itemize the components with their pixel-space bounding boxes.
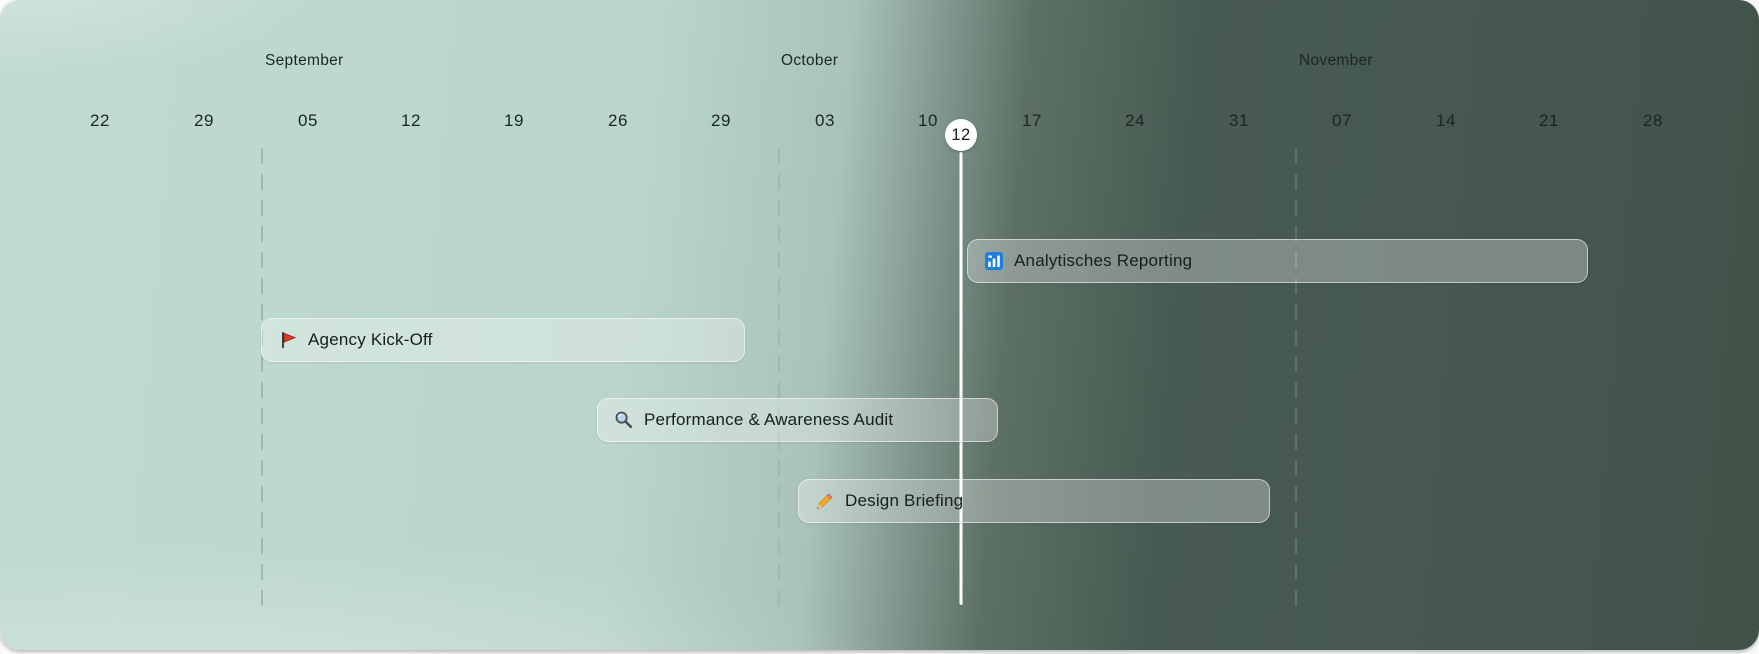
magnifier-icon — [614, 410, 634, 430]
task-label: Design Briefing — [845, 491, 963, 511]
task-bar[interactable]: Agency Kick-Off — [261, 318, 745, 362]
date-tick: 26 — [608, 111, 628, 131]
date-tick: 17 — [1022, 111, 1042, 131]
date-tick: 28 — [1643, 111, 1663, 131]
task-label: Analytisches Reporting — [1014, 251, 1192, 271]
task-bar[interactable]: Analytisches Reporting — [967, 239, 1588, 283]
date-tick: 21 — [1539, 111, 1559, 131]
date-tick: 12 — [401, 111, 421, 131]
task-label: Agency Kick-Off — [308, 330, 433, 350]
timeline-canvas: September October November 22 29 05 12 19 26 29 03… — [0, 0, 1759, 650]
date-tick: 29 — [711, 111, 731, 131]
task-bar[interactable]: Design Briefing — [798, 479, 1270, 523]
date-tick: 14 — [1436, 111, 1456, 131]
flag-icon — [278, 330, 298, 350]
task-label: Performance & Awareness Audit — [644, 410, 893, 430]
date-tick: 10 — [918, 111, 938, 131]
date-tick: 05 — [298, 111, 318, 131]
date-tick: 03 — [815, 111, 835, 131]
month-label-october: October — [781, 52, 838, 70]
month-divider — [261, 148, 263, 608]
date-tick: 19 — [504, 111, 524, 131]
month-divider — [778, 148, 780, 608]
month-divider — [1295, 148, 1297, 608]
bar-chart-icon — [984, 251, 1004, 271]
date-tick: 29 — [194, 111, 214, 131]
date-tick: 07 — [1332, 111, 1352, 131]
today-line — [960, 152, 963, 605]
date-tick: 31 — [1229, 111, 1249, 131]
pencil-icon — [815, 491, 835, 511]
date-tick: 22 — [90, 111, 110, 131]
month-label-september: September — [265, 52, 344, 70]
task-bar[interactable]: Performance & Awareness Audit — [597, 398, 998, 442]
month-label-november: November — [1299, 52, 1373, 70]
date-tick: 24 — [1125, 111, 1145, 131]
today-badge[interactable]: 12 — [945, 119, 977, 151]
